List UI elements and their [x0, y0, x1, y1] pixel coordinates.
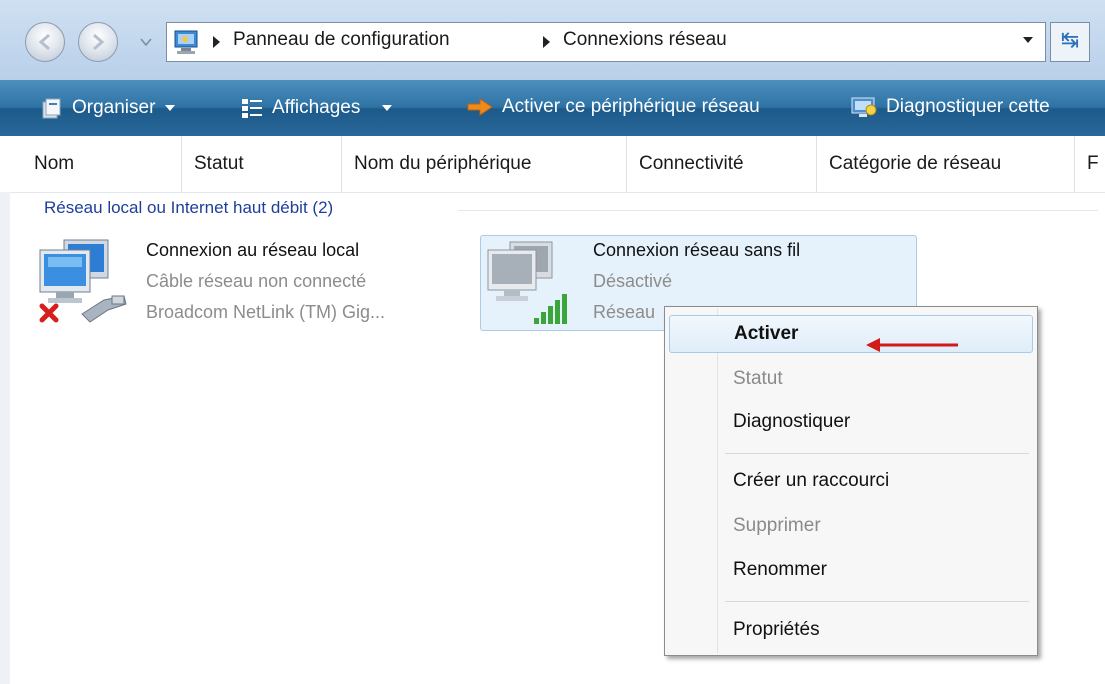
menu-item-status[interactable]: Statut [669, 360, 1033, 398]
diagnose-button[interactable]: Diagnostiquer cette [850, 96, 1050, 122]
address-bar[interactable]: Panneau de configuration Connexions rése… [166, 22, 1046, 62]
menu-item-properties[interactable]: Propriétés [669, 611, 1033, 649]
back-button[interactable] [25, 22, 65, 62]
menu-separator [725, 601, 1029, 602]
breadcrumb-network-connections[interactable]: Connexions réseau [563, 29, 727, 51]
item-device: Réseau [593, 302, 656, 322]
views-button[interactable]: Affichages [240, 96, 393, 122]
group-divider [458, 210, 1098, 211]
context-menu: Activer Statut Diagnostiquer Créer un ra… [664, 306, 1038, 656]
wireless-network-icon [487, 241, 567, 324]
menu-item-activate[interactable]: Activer [669, 315, 1033, 353]
menu-item-create-shortcut[interactable]: Créer un raccourci [669, 462, 1033, 500]
menu-item-rename[interactable]: Renommer [669, 551, 1033, 589]
item-device: Broadcom NetLink (TM) Gig... [146, 302, 386, 322]
annotation-arrow-icon [866, 338, 958, 352]
forward-button[interactable] [78, 22, 118, 62]
wired-network-disconnected-icon [39, 239, 127, 323]
column-header-name[interactable]: Nom [22, 136, 182, 192]
chevron-down-icon [165, 105, 176, 111]
column-header-network-category[interactable]: Catégorie de réseau [817, 136, 1075, 192]
column-header-row: Nom Statut Nom du périphérique Connectiv… [0, 136, 1105, 193]
group-header[interactable]: Réseau local ou Internet haut débit (2) [44, 198, 333, 218]
menu-separator [725, 453, 1029, 454]
refresh-icon: ↹ [1060, 28, 1080, 53]
breadcrumb-separator-icon [213, 36, 220, 48]
organize-button[interactable]: Organiser [40, 96, 176, 122]
item-status: Câble réseau non connecté [146, 271, 367, 291]
column-header-device-name[interactable]: Nom du périphérique [342, 136, 627, 192]
left-edge [0, 192, 10, 684]
breadcrumb-control-panel[interactable]: Panneau de configuration [233, 29, 450, 51]
column-header-truncated[interactable]: F [1075, 136, 1105, 192]
refresh-button[interactable]: ↹ [1050, 22, 1090, 62]
arrow-right-icon [93, 33, 105, 51]
orange-arrow-icon [467, 98, 493, 116]
enable-device-button[interactable]: Activer ce périphérique réseau [466, 96, 760, 122]
breadcrumb-separator-icon [543, 36, 550, 48]
recent-pages-dropdown[interactable] [140, 38, 152, 48]
organize-icon [42, 98, 61, 119]
menu-item-diagnose[interactable]: Diagnostiquer [669, 403, 1033, 441]
arrow-left-icon [38, 33, 50, 51]
command-toolbar: Organiser Affichages Activer ce périphér… [0, 80, 1105, 136]
column-header-connectivity[interactable]: Connectivité [627, 136, 817, 192]
chevron-down-icon [382, 105, 393, 111]
diagnose-icon [851, 97, 877, 117]
item-status: Désactivé [593, 271, 673, 291]
menu-item-delete[interactable]: Supprimer [669, 507, 1033, 545]
item-name: Connexion au réseau local [146, 240, 360, 260]
views-icon [242, 99, 262, 118]
item-name: Connexion réseau sans fil [593, 240, 801, 260]
navigation-bar: Panneau de configuration Connexions rése… [0, 0, 1105, 80]
address-dropdown-icon[interactable] [1023, 37, 1033, 43]
control-panel-icon [174, 30, 198, 54]
column-header-status[interactable]: Statut [182, 136, 342, 192]
